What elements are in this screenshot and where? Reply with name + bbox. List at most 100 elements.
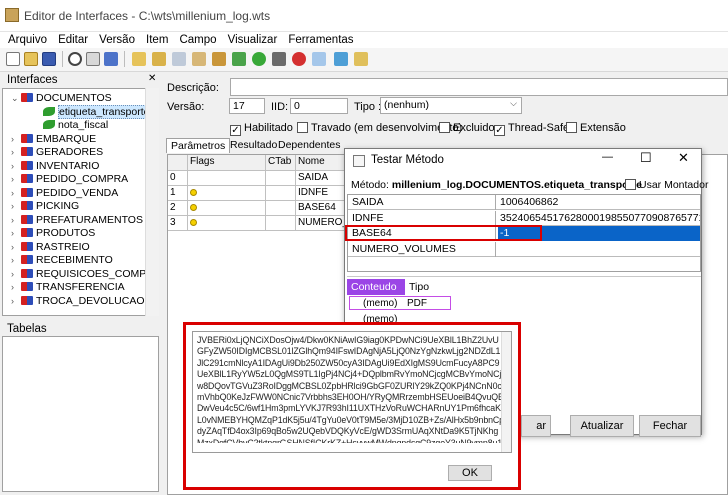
chevron-right-icon[interactable]: ›	[11, 214, 19, 226]
chevron-right-icon[interactable]: ›	[11, 268, 19, 280]
chevron-right-icon[interactable]: ›	[11, 200, 19, 212]
menu-ferramentas[interactable]: Ferramentas	[288, 32, 353, 48]
menu-visualizar[interactable]: Visualizar	[228, 32, 278, 48]
tree-item[interactable]: › RECEBIMENTO	[11, 254, 113, 266]
col-tipo[interactable]: Tipo	[407, 279, 447, 295]
chevron-right-icon[interactable]: ›	[11, 241, 19, 253]
col-conteudo[interactable]: Conteudo	[347, 279, 405, 295]
tree-item[interactable]: › REQUISICOES_COMPRA	[11, 268, 158, 280]
minimize-button[interactable]: —	[602, 151, 613, 163]
tree-item[interactable]: › PEDIDO_VENDA	[11, 187, 118, 199]
col-nome[interactable]: Nome	[296, 155, 348, 171]
thread-safe-checkbox[interactable]: ✓ Thread-Safe	[494, 122, 569, 136]
nome-cell[interactable]: IDNFE	[296, 186, 348, 201]
tree-item[interactable]: › PRODUTOS	[11, 227, 95, 239]
properties-icon[interactable]	[104, 52, 118, 66]
copy-icon[interactable]	[172, 52, 186, 66]
paste-icon[interactable]	[192, 52, 206, 66]
chevron-right-icon[interactable]: ›	[11, 295, 19, 307]
menu-arquivo[interactable]: Arquivo	[8, 32, 47, 48]
tree-item[interactable]: nota_fiscal	[33, 119, 108, 131]
chevron-right-icon[interactable]: ›	[11, 133, 19, 145]
validate-icon[interactable]	[232, 52, 246, 66]
item-add-icon[interactable]	[152, 52, 166, 66]
iid-input[interactable]: 0	[290, 98, 348, 114]
close-panel-icon[interactable]: ✕	[148, 73, 156, 84]
save-icon[interactable]	[42, 52, 56, 66]
habilitado-checkbox[interactable]: ✓ Habilitado	[230, 122, 293, 136]
new-file-icon[interactable]	[6, 52, 20, 66]
memo-textarea[interactable]: JVBERi0xLjQNCiXDosOjw4/Dkw0KNiAwIG9iag0K…	[192, 331, 512, 453]
result-conteudo[interactable]: (memo)	[363, 298, 397, 309]
ok-button[interactable]: OK	[448, 465, 492, 481]
maximize-button[interactable]: ☐	[640, 150, 652, 166]
open-folder-icon[interactable]	[24, 52, 38, 66]
atualizar-button[interactable]: Atualizar	[570, 415, 634, 437]
tree-item[interactable]: ⌄ DOCUMENTOS	[11, 92, 112, 104]
tree-item[interactable]: › TROCA_DEVOLUCAO	[11, 295, 145, 307]
document-icon[interactable]	[272, 52, 286, 66]
chevron-right-icon[interactable]: ›	[11, 281, 19, 293]
close-dialog-button[interactable]: ✕	[678, 150, 689, 166]
param-value-input[interactable]	[498, 242, 700, 257]
tree-item[interactable]: › PREFATURAMENTOS	[11, 214, 143, 226]
partial-button[interactable]: ar	[521, 415, 551, 437]
menu-campo[interactable]: Campo	[179, 32, 216, 48]
chevron-right-icon[interactable]: ›	[11, 187, 19, 199]
tree-item[interactable]: › PICKING	[11, 200, 79, 212]
tree-item[interactable]: › TRANSFERENCIA	[11, 281, 125, 293]
flags-cell[interactable]	[188, 171, 266, 186]
excluido-checkbox[interactable]: Excluido	[439, 122, 495, 134]
tree-item[interactable]: › INVENTARIO	[11, 160, 99, 172]
flags-cell[interactable]	[188, 186, 266, 201]
col-ctab[interactable]: CTab	[266, 155, 296, 171]
chevron-right-icon[interactable]: ›	[11, 254, 19, 266]
export-icon[interactable]	[354, 52, 368, 66]
menu-versao[interactable]: Versão	[99, 32, 135, 48]
find-icon[interactable]	[68, 52, 82, 66]
nome-cell[interactable]: NUMERO_VOLUMES	[296, 216, 348, 231]
chevron-right-icon[interactable]: ›	[11, 146, 19, 158]
tab-parametros[interactable]: Parâmetros	[166, 138, 231, 153]
extensao-checkbox[interactable]: Extensão	[566, 122, 626, 134]
param-value-input[interactable]: 35240654517628000198550770908765771064	[498, 211, 700, 226]
fechar-button[interactable]: Fechar	[639, 415, 701, 437]
usar-montador-checkbox[interactable]: Usar Montador	[625, 179, 708, 191]
col-flags[interactable]: Flags	[188, 155, 266, 171]
cut-icon[interactable]	[212, 52, 226, 66]
tree-item[interactable]: › PEDIDO_COMPRA	[11, 173, 128, 185]
memo-scrollbar[interactable]	[501, 332, 511, 452]
ctab-cell[interactable]	[266, 216, 296, 231]
ctab-cell[interactable]	[266, 201, 296, 216]
database-icon[interactable]	[334, 52, 348, 66]
param-value-input[interactable]: 1006406862	[498, 195, 700, 210]
run-icon[interactable]	[252, 52, 266, 66]
tipo-select[interactable]: (nenhum) ⌵	[380, 97, 522, 114]
ctab-cell[interactable]	[266, 171, 296, 186]
menu-editar[interactable]: Editar	[58, 32, 88, 48]
folder-add-icon[interactable]	[132, 52, 146, 66]
ctab-cell[interactable]	[266, 186, 296, 201]
descricao-input[interactable]	[230, 78, 728, 96]
tab-resultado[interactable]: Resultado	[226, 138, 281, 153]
menu-item[interactable]: Item	[146, 32, 168, 48]
stop-icon[interactable]	[292, 52, 306, 66]
tree-item[interactable]: › GERADORES	[11, 146, 103, 158]
nome-cell[interactable]: BASE64	[296, 201, 348, 216]
chevron-right-icon[interactable]: ›	[11, 160, 19, 172]
tree-item[interactable]: › EMBARQUE	[11, 133, 96, 145]
tree-item[interactable]: › RASTREIO	[11, 241, 90, 253]
nome-cell[interactable]: SAIDA	[296, 171, 348, 186]
chevron-right-icon[interactable]: ›	[11, 173, 19, 185]
tree-scrollbar[interactable]	[145, 88, 159, 316]
flags-cell[interactable]	[188, 216, 266, 231]
flags-cell[interactable]	[188, 201, 266, 216]
window-icon[interactable]	[312, 52, 326, 66]
chevron-right-icon[interactable]: ›	[11, 227, 19, 239]
replace-icon[interactable]	[86, 52, 100, 66]
tree-item[interactable]: etiqueta_transporte	[33, 104, 151, 119]
tab-dependentes[interactable]: Dependentes	[274, 138, 344, 153]
travado-checkbox[interactable]: Travado (em desenvolvimento)	[297, 122, 462, 134]
chevron-down-icon[interactable]: ⌄	[11, 92, 19, 104]
versao-input[interactable]: 17	[229, 98, 265, 114]
